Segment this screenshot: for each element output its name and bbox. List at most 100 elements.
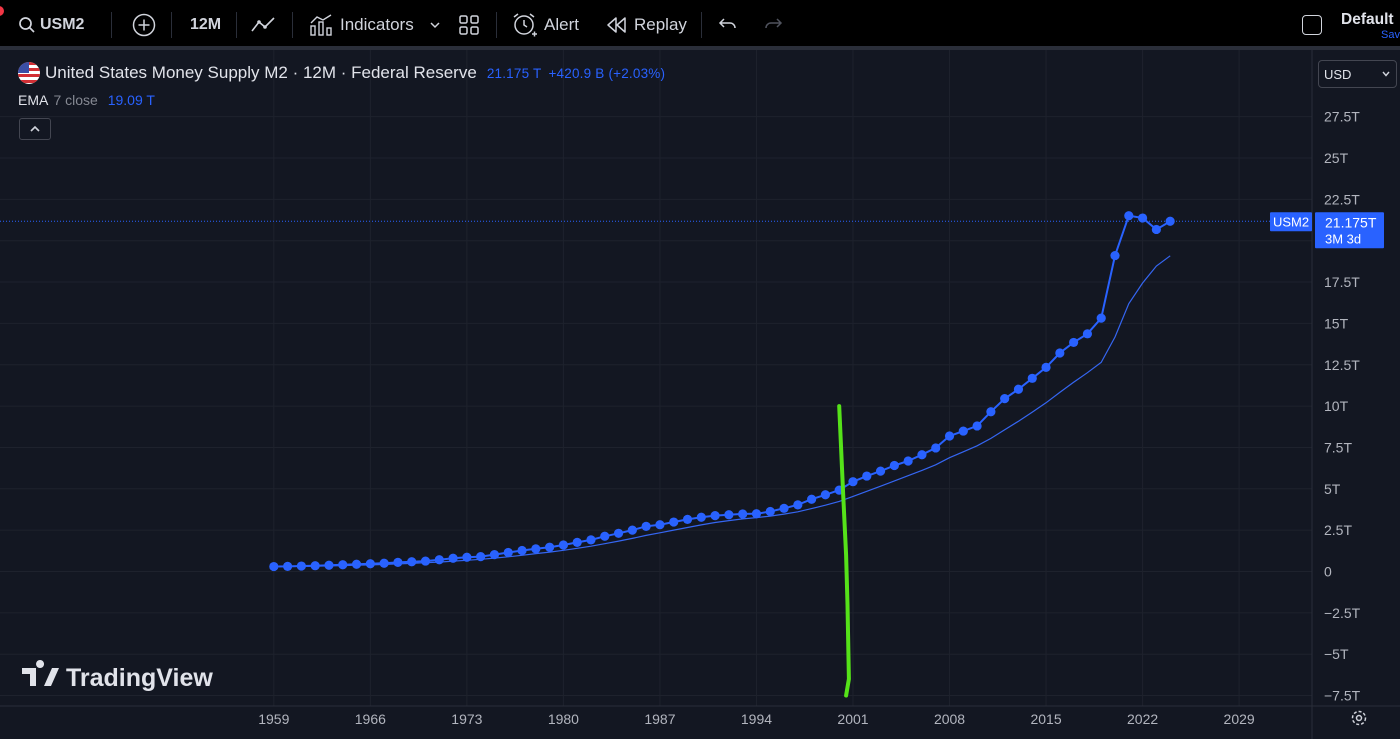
y-tick-label: 15T: [1324, 315, 1349, 331]
usm2-point: [944, 431, 955, 441]
y-tick-label: 5T: [1324, 481, 1341, 497]
usm2-point: [751, 509, 762, 519]
save-link[interactable]: Save: [1381, 29, 1400, 41]
alert-button[interactable]: Alert: [512, 0, 579, 50]
usm2-point: [1069, 337, 1079, 348]
replay-button[interactable]: Replay: [606, 0, 687, 50]
usm2-point: [682, 514, 693, 524]
usm2-point: [793, 500, 803, 510]
usm2-point: [807, 494, 817, 504]
alert-label: Alert: [544, 15, 579, 34]
usm2-point: [324, 560, 334, 570]
usm2-point: [531, 544, 541, 554]
interval-button[interactable]: 12M: [190, 0, 221, 50]
usm2-point: [1082, 329, 1093, 339]
x-tick-label: 1959: [258, 711, 289, 727]
usm2-point: [848, 477, 858, 487]
chevron-down-icon: [430, 22, 440, 29]
indicators-icon: [310, 14, 332, 36]
y-tick-label: 22.5T: [1324, 191, 1360, 207]
usm2-point: [613, 528, 624, 538]
replay-label: Replay: [634, 15, 687, 34]
indicators-button[interactable]: Indicators: [309, 0, 414, 50]
ema-args: 7 close: [53, 92, 98, 108]
usm2-point: [986, 407, 996, 417]
usm2-point: [1137, 213, 1148, 223]
usm2-point: [586, 535, 596, 545]
grid-icon: [459, 15, 479, 35]
usm2-point: [338, 560, 348, 570]
usm2-point: [420, 556, 431, 566]
symbol-price-tag-label: USM2: [1273, 214, 1309, 229]
ema-legend[interactable]: EMA 7 close 19.09 T: [18, 92, 155, 108]
indicators-label: Indicators: [340, 15, 414, 34]
usm2-point: [558, 540, 569, 550]
usm2-point: [641, 521, 651, 531]
usm2-point: [283, 561, 293, 571]
symbol-search-button[interactable]: USM2: [18, 0, 84, 50]
usm2-point: [696, 512, 706, 522]
toolbar-divider: [292, 12, 293, 38]
redo-button[interactable]: [763, 0, 783, 50]
hand-drawn-annotation: [837, 404, 851, 698]
usm2-point: [917, 450, 927, 460]
price-chart[interactable]: 27.5T25T22.5T20T17.5T15T12.5T10T7.5T5T2.…: [0, 50, 1400, 739]
usm2-point: [958, 426, 968, 436]
top-toolbar: USM2 12M Indicators Alert Replay Default…: [0, 0, 1400, 50]
alarm-clock-icon: [513, 13, 537, 37]
undo-icon: [718, 18, 736, 29]
ema-value: 19.09 T: [107, 92, 155, 108]
bar-countdown: 3M 3d: [1325, 231, 1361, 246]
chart-type-button[interactable]: [250, 0, 278, 50]
usm2-point: [503, 547, 513, 558]
toolbar-divider: [496, 12, 497, 38]
usm2-point: [434, 555, 444, 565]
usm2-point: [931, 443, 941, 453]
currency-label: USD: [1324, 66, 1352, 82]
x-tick-label: 1987: [644, 711, 675, 727]
undo-button[interactable]: [718, 0, 738, 50]
chart-settings-button[interactable]: [1350, 709, 1368, 732]
usm2-point: [379, 558, 389, 568]
usm2-point: [779, 503, 789, 513]
x-tick-label: 2001: [837, 711, 868, 727]
layout-toggle-checkbox[interactable]: [1302, 15, 1322, 35]
usm2-point: [889, 460, 899, 471]
indicators-menu-button[interactable]: [429, 0, 441, 50]
y-tick-label: −5T: [1324, 646, 1349, 662]
usm2-point: [903, 456, 913, 466]
y-tick-label: 25T: [1324, 150, 1349, 166]
compare-button[interactable]: [132, 0, 156, 50]
tradingview-logo-icon: [22, 660, 59, 686]
usm2-point: [517, 545, 527, 556]
usm2-point: [269, 561, 279, 572]
layouts-button[interactable]: [458, 0, 480, 50]
redo-icon: [765, 18, 783, 29]
currency-select[interactable]: USD: [1318, 60, 1397, 88]
toolbar-divider: [111, 12, 112, 38]
x-tick-label: 2008: [934, 711, 965, 727]
x-tick-label: 2015: [1030, 711, 1061, 727]
usm2-point: [862, 471, 872, 481]
usm2-point: [1110, 250, 1120, 261]
collapse-legend-button[interactable]: [19, 118, 51, 140]
usm2-line: [273, 214, 1171, 568]
last-price-value: 21.175T: [1325, 214, 1377, 230]
x-tick-label: 1980: [548, 711, 579, 727]
y-tick-label: 17.5T: [1324, 274, 1360, 290]
usm2-point: [407, 557, 417, 567]
usm2-point: [545, 542, 555, 552]
y-tick-label: −7.5T: [1324, 688, 1361, 704]
us-flag-icon: [18, 62, 40, 84]
toolbar-divider: [171, 12, 172, 38]
y-tick-label: 27.5T: [1324, 109, 1360, 125]
layout-name[interactable]: Default: [1341, 11, 1394, 29]
usm2-point: [448, 553, 458, 563]
usm2-point: [351, 559, 362, 569]
usm2-point: [738, 509, 748, 519]
usm2-point: [1151, 224, 1161, 235]
usm2-point: [462, 552, 472, 562]
y-tick-label: −2.5T: [1324, 605, 1361, 621]
usm2-point: [710, 510, 720, 521]
usm2-point: [820, 490, 831, 500]
